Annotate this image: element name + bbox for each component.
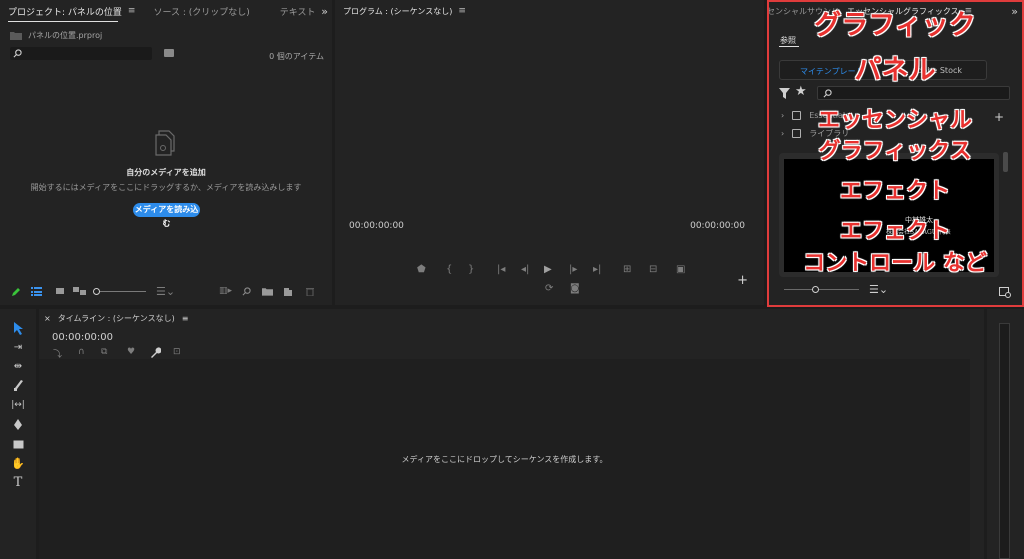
import-media-button[interactable]: メディアを読み込む: [133, 203, 200, 228]
freeform-view-icon[interactable]: [73, 287, 87, 296]
project-tabbar: プロジェクト: パネルの位置 ≡ ソース : (クリップなし) テキスト »: [0, 0, 332, 22]
lift-icon[interactable]: ⊞: [623, 264, 631, 275]
rectangle-tool-icon[interactable]: [10, 436, 26, 452]
tab-program[interactable]: プログラム : (シーケンスなし) ≡: [343, 6, 466, 17]
annotation-line: エフェクト: [839, 179, 950, 204]
loop-icon[interactable]: ⟳: [545, 283, 553, 294]
sort-icon[interactable]: ☰⌄: [869, 283, 888, 296]
type-tool-icon[interactable]: T: [10, 474, 26, 490]
timecode-right: 00:00:00:00: [690, 221, 745, 231]
selection-tool-icon[interactable]: [10, 320, 26, 336]
track-select-tool-icon[interactable]: ⇥: [10, 339, 26, 355]
tab-project-label: プロジェクト: パネルの位置: [8, 7, 122, 18]
menu-icon[interactable]: ≡: [458, 6, 466, 16]
annotation-line: エッセンシャル: [817, 108, 972, 133]
folder-icon: [10, 32, 22, 40]
active-tab-underline: [8, 21, 118, 22]
tools-panel: ⇥ ⇹ |↔| ✋ T: [0, 309, 36, 559]
audio-meter-panel: [987, 309, 1024, 559]
timecode-left[interactable]: 00:00:00:00: [349, 221, 404, 231]
add-marker-icon[interactable]: ♥: [127, 347, 135, 357]
automate-icon[interactable]: ▥▸: [219, 286, 232, 296]
tab-source[interactable]: ソース : (クリップなし): [153, 5, 249, 18]
media-files-icon: [155, 130, 175, 156]
annotation-line: エフェクト: [839, 219, 950, 244]
new-item-icon[interactable]: [284, 287, 293, 296]
timeline-timecode[interactable]: 00:00:00:00: [52, 332, 113, 343]
search-icon: [13, 49, 22, 58]
marker-icon[interactable]: ⬟: [417, 264, 426, 275]
filter-icon[interactable]: [779, 88, 790, 99]
program-panel: プログラム : (シーケンスなし) ≡ 00:00:00:00 00:00:00…: [335, 0, 764, 305]
slider-handle[interactable]: [812, 286, 819, 293]
find-icon[interactable]: [242, 287, 251, 296]
mark-in-icon[interactable]: {: [446, 264, 452, 275]
razor-tool-icon[interactable]: [10, 377, 26, 393]
project-file-name: パネルの位置.prproj: [28, 31, 103, 40]
compare-icon[interactable]: ▣: [676, 264, 685, 275]
timeline-title[interactable]: タイムライン : (シーケンスなし): [58, 313, 175, 324]
step-back-icon[interactable]: ◂|: [521, 264, 529, 275]
transport-controls: ⬟ { } |◂ ◂| ▶ |▸ ▸| ⊞ ⊟ ▣: [413, 264, 703, 276]
bin-icon[interactable]: [164, 49, 174, 57]
zoom-slider-handle[interactable]: [93, 288, 100, 295]
zoom-slider[interactable]: [93, 288, 146, 295]
trash-icon[interactable]: [306, 287, 314, 296]
go-to-out-icon[interactable]: ▸|: [593, 264, 601, 275]
play-icon[interactable]: ▶: [544, 264, 552, 275]
audio-meter: [999, 323, 1010, 559]
slip-tool-icon[interactable]: |↔|: [10, 397, 26, 413]
snap-icon[interactable]: ∩: [78, 347, 85, 357]
step-forward-icon[interactable]: |▸: [569, 264, 577, 275]
thumbnail-size-slider[interactable]: [784, 286, 859, 293]
pen-tool-icon[interactable]: [10, 416, 26, 432]
close-icon[interactable]: ×: [44, 314, 51, 323]
mark-out-icon[interactable]: }: [468, 264, 474, 275]
tab-text-label: テキスト: [279, 7, 316, 18]
tab-text[interactable]: テキスト: [280, 5, 316, 18]
project-search-input[interactable]: [10, 47, 152, 60]
tab-project[interactable]: プロジェクト: パネルの位置 ≡: [8, 5, 135, 18]
captions-icon[interactable]: ⊡: [173, 347, 181, 357]
overflow-icon[interactable]: »: [321, 5, 328, 18]
tab-program-label: プログラム : (シーケンスなし): [343, 6, 453, 16]
annotation-line: コントロール など: [803, 251, 987, 276]
annotation-line: パネル: [854, 55, 936, 86]
list-view-icon[interactable]: [31, 287, 42, 296]
empty-title: 自分のメディアを追加: [126, 168, 206, 177]
camera-icon[interactable]: ◙: [570, 283, 580, 294]
sub-tab-underline: [779, 46, 799, 47]
linked-selection-icon[interactable]: ⧉: [101, 347, 107, 357]
timeline-header: × タイムライン : (シーケンスなし) ≡: [44, 313, 188, 324]
annotation-line: グラフィック: [814, 10, 976, 41]
empty-description: 開始するにはメディアをここにドラッグするか、メディアを読み込みします: [30, 183, 302, 192]
hand-tool-icon[interactable]: ✋: [10, 455, 26, 471]
menu-icon[interactable]: ≡: [182, 314, 189, 323]
sort-icon[interactable]: ☰⌄: [156, 285, 175, 298]
drop-message: メディアをここにドロップしてシーケンスを作成します。: [401, 455, 608, 464]
extract-icon[interactable]: ⊟: [649, 264, 657, 275]
item-count: 0 個のアイテム: [269, 52, 324, 61]
menu-icon[interactable]: ≡: [128, 6, 136, 16]
icon-view-icon[interactable]: [55, 287, 65, 296]
new-bin-icon[interactable]: [262, 287, 273, 296]
annotation-line: グラフィックス: [818, 139, 972, 164]
new-layer-icon[interactable]: [999, 287, 1011, 298]
project-bottom-toolbar: ☰⌄ ▥▸: [0, 284, 332, 300]
project-file-row: パネルの位置.prproj: [10, 30, 102, 41]
project-panel: プロジェクト: パネルの位置 ≡ ソース : (クリップなし) テキスト » パ…: [0, 0, 332, 305]
tab-source-label: ソース : (クリップなし): [153, 7, 250, 18]
star-icon[interactable]: ★: [795, 84, 807, 99]
add-button[interactable]: +: [737, 273, 748, 288]
ripple-edit-tool-icon[interactable]: ⇹: [10, 358, 26, 374]
wrench-icon[interactable]: [150, 347, 161, 358]
pencil-icon[interactable]: [11, 287, 21, 297]
program-tabbar: プログラム : (シーケンスなし) ≡: [335, 0, 764, 22]
graphics-search-input[interactable]: [817, 86, 1010, 100]
timeline-panel: × タイムライン : (シーケンスなし) ≡ 00:00:00:00 ⤵ ∩ ⧉…: [39, 309, 984, 559]
go-to-in-icon[interactable]: |◂: [497, 264, 505, 275]
search-icon: [823, 89, 832, 98]
